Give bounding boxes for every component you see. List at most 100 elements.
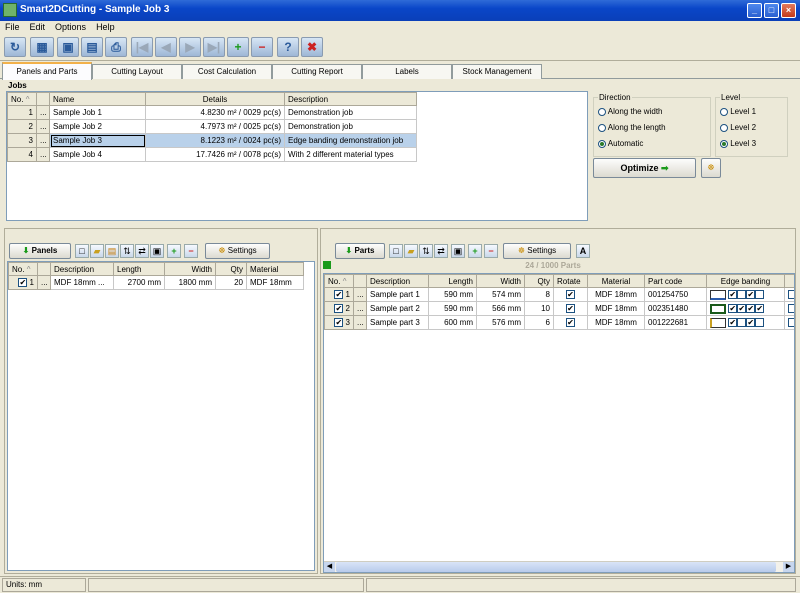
panels-col-qty[interactable]: Qty bbox=[215, 262, 247, 276]
parts-col-edge-banding[interactable]: Edge banding bbox=[706, 274, 785, 288]
jobs-col-no[interactable]: No. ^ bbox=[7, 92, 37, 106]
rotate-checkbox[interactable]: ✔ bbox=[566, 290, 575, 300]
panels-col-length[interactable]: Length bbox=[113, 262, 165, 276]
parts-col-material[interactable]: Material bbox=[587, 274, 645, 288]
new-icon[interactable]: □ bbox=[389, 244, 403, 258]
menu-file[interactable]: File bbox=[0, 21, 25, 33]
level-2[interactable]: Level 2 bbox=[720, 123, 756, 132]
save-icon[interactable]: ▣ bbox=[150, 244, 164, 258]
row-edit-button[interactable]: ... bbox=[353, 315, 367, 330]
scrollbar-thumb[interactable] bbox=[336, 562, 776, 572]
remove-icon[interactable]: − bbox=[484, 244, 498, 258]
add-icon[interactable]: + bbox=[167, 244, 181, 258]
parts-col-no[interactable]: No. ^ bbox=[324, 274, 354, 288]
remove-icon[interactable]: − bbox=[251, 37, 273, 57]
first-icon[interactable]: |◀ bbox=[131, 37, 153, 57]
optimize-settings-icon[interactable]: ☸ bbox=[701, 158, 721, 178]
tab-cutting-report[interactable]: Cutting Report bbox=[272, 64, 362, 79]
row-edit-button[interactable]: ... bbox=[36, 133, 50, 148]
row-checkbox[interactable]: ✔ bbox=[334, 290, 344, 300]
last-icon[interactable]: ▶| bbox=[203, 37, 225, 57]
tab-cost-calculation[interactable]: Cost Calculation bbox=[182, 64, 272, 79]
parts-col-qty[interactable]: Qty bbox=[524, 274, 554, 288]
table-row[interactable]: 4 ... Sample Job 4 17.7426 m² / 0078 pc(… bbox=[7, 147, 417, 162]
minimize-button[interactable]: _ bbox=[747, 3, 762, 18]
level-3[interactable]: Level 3 bbox=[720, 139, 756, 148]
menu-help[interactable]: Help bbox=[91, 21, 120, 33]
optimize-button[interactable]: Optimize ➡ bbox=[593, 158, 696, 178]
row-checkbox[interactable]: ✔ bbox=[334, 318, 344, 328]
copy-icon[interactable]: ▤ bbox=[105, 244, 119, 258]
panels-settings-button[interactable]: ☸ Settings bbox=[205, 243, 270, 259]
jobs-col-details[interactable]: Details bbox=[145, 92, 285, 106]
row-edit-button[interactable]: ... bbox=[36, 147, 50, 162]
parts-button[interactable]: ⬇ Parts bbox=[335, 243, 385, 259]
panels-button[interactable]: ⬇ Panels bbox=[9, 243, 71, 259]
panels-col-no[interactable]: No. ^ bbox=[8, 262, 38, 276]
parts-settings-button[interactable]: ☸ Settings bbox=[503, 243, 571, 259]
parts-col-description[interactable]: Description bbox=[366, 274, 429, 288]
jobs-col-description[interactable]: Description bbox=[284, 92, 417, 106]
next-icon[interactable]: ▶ bbox=[179, 37, 201, 57]
menu-options[interactable]: Options bbox=[50, 21, 91, 33]
new-icon[interactable]: □ bbox=[75, 244, 89, 258]
panels-col-width[interactable]: Width bbox=[164, 262, 216, 276]
row-checkbox[interactable]: ✔ bbox=[334, 304, 344, 314]
refresh-icon[interactable]: ↻ bbox=[4, 37, 26, 57]
direction-along-width[interactable]: Along the width bbox=[598, 107, 662, 116]
direction-automatic[interactable]: Automatic bbox=[598, 139, 643, 148]
open-folder-icon[interactable]: ▰ bbox=[90, 244, 104, 258]
save-icon[interactable]: ▣ bbox=[451, 244, 465, 258]
add-icon[interactable]: + bbox=[468, 244, 482, 258]
table-row[interactable]: 2 ... Sample Job 2 4.7973 m² / 0025 pc(s… bbox=[7, 119, 417, 134]
menu-edit[interactable]: Edit bbox=[25, 21, 51, 33]
row-edit-button[interactable]: ... bbox=[37, 275, 51, 290]
row-edit-button[interactable]: ... bbox=[353, 287, 367, 302]
font-icon[interactable]: A bbox=[576, 244, 590, 258]
direction-along-length[interactable]: Along the length bbox=[598, 123, 666, 132]
row-checkbox[interactable]: ✔ bbox=[18, 278, 28, 288]
table-row[interactable]: ✔ 1 ... MDF 18mm ... 2700 mm 1800 mm 20 … bbox=[8, 275, 304, 290]
table-row[interactable]: ✔ 1 ... Sample part 1 590 mm 574 mm 8 ✔ … bbox=[324, 287, 794, 302]
panels-col-material[interactable]: Material bbox=[246, 262, 304, 276]
scroll-right-icon[interactable]: ▶ bbox=[783, 562, 794, 572]
scroll-left-icon[interactable]: ◀ bbox=[324, 562, 335, 572]
previous-icon[interactable]: ◀ bbox=[155, 37, 177, 57]
parts-col-length[interactable]: Length bbox=[428, 274, 477, 288]
jobs-col-name[interactable]: Name bbox=[49, 92, 146, 106]
table-row[interactable]: ✔ 2 ... Sample part 2 590 mm 566 mm 10 ✔… bbox=[324, 301, 794, 316]
row-edit-button[interactable]: ... bbox=[353, 301, 367, 316]
rotate-checkbox[interactable]: ✔ bbox=[566, 318, 575, 328]
export-icon[interactable]: ⇄ bbox=[434, 244, 448, 258]
parts-col-rotate[interactable]: Rotate bbox=[553, 274, 588, 288]
tab-labels[interactable]: Labels bbox=[362, 64, 452, 79]
print-icon[interactable]: ⎙ bbox=[105, 37, 127, 57]
open-folder-icon[interactable]: ▰ bbox=[404, 244, 418, 258]
horizontal-scrollbar[interactable]: ◀ ▶ bbox=[324, 561, 794, 572]
row-edit-button[interactable]: ... bbox=[36, 105, 50, 120]
row-edit-button[interactable]: ... bbox=[36, 119, 50, 134]
remove-icon[interactable]: − bbox=[184, 244, 198, 258]
table-row[interactable]: 1 ... Sample Job 1 4.8230 m² / 0029 pc(s… bbox=[7, 105, 417, 120]
table-row[interactable]: ✔ 3 ... Sample part 3 600 mm 576 mm 6 ✔ … bbox=[324, 315, 794, 330]
add-icon[interactable]: + bbox=[227, 37, 249, 57]
tab-cutting-layout[interactable]: Cutting Layout bbox=[92, 64, 182, 79]
tab-stock-management[interactable]: Stock Management bbox=[452, 64, 542, 79]
panel-icon[interactable]: ▦ bbox=[30, 37, 54, 57]
close-button[interactable]: × bbox=[781, 3, 796, 18]
rotate-checkbox[interactable]: ✔ bbox=[566, 304, 575, 314]
level-1[interactable]: Level 1 bbox=[720, 107, 756, 116]
import-icon[interactable]: ⇅ bbox=[419, 244, 433, 258]
save-icon[interactable]: ▣ bbox=[57, 37, 79, 57]
panels-col-description[interactable]: Description bbox=[50, 262, 114, 276]
open-icon[interactable]: ▤ bbox=[81, 37, 103, 57]
tab-panels-and-parts[interactable]: Panels and Parts bbox=[2, 62, 92, 80]
parts-col-part-code[interactable]: Part code bbox=[644, 274, 707, 288]
import-icon[interactable]: ⇅ bbox=[120, 244, 134, 258]
parts-col-width[interactable]: Width bbox=[476, 274, 525, 288]
export-icon[interactable]: ⇄ bbox=[135, 244, 149, 258]
table-row-selected[interactable]: 3 ... Sample Job 3 8.1223 m² / 0024 pc(s… bbox=[7, 133, 417, 148]
maximize-button[interactable]: □ bbox=[764, 3, 779, 18]
exit-icon[interactable]: ✖ bbox=[301, 37, 323, 57]
help-icon[interactable]: ? bbox=[277, 37, 299, 57]
